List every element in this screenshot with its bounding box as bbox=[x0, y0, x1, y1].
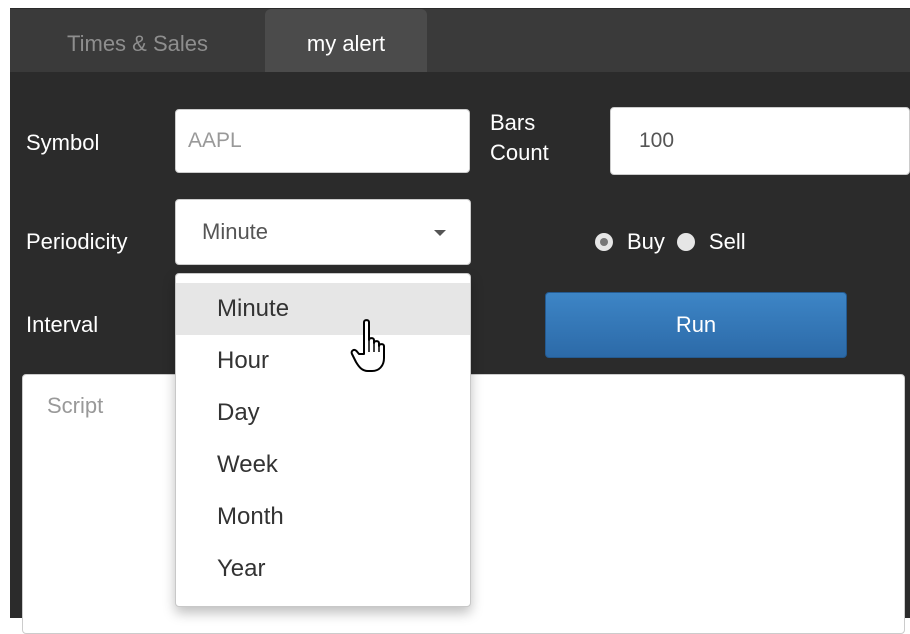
bars-count-label-line1: Bars bbox=[490, 110, 536, 135]
tab-bar: Times & Sales my alert bbox=[10, 8, 910, 73]
dropdown-option-day[interactable]: Day bbox=[176, 387, 470, 439]
dropdown-option-month[interactable]: Month bbox=[176, 491, 470, 543]
dropdown-option-hour[interactable]: Hour bbox=[176, 335, 470, 387]
periodicity-label: Periodicity bbox=[26, 229, 128, 254]
hand-pointer-icon bbox=[350, 319, 385, 372]
symbol-label: Symbol bbox=[26, 130, 100, 155]
dropdown-option-week[interactable]: Week bbox=[176, 439, 470, 491]
run-button[interactable]: Run bbox=[545, 292, 847, 358]
bars-count-label: Bars Count bbox=[490, 108, 549, 168]
dropdown-option-year[interactable]: Year bbox=[176, 543, 470, 595]
dropdown-option-minute[interactable]: Minute bbox=[176, 283, 470, 335]
interval-label: Interval bbox=[26, 312, 99, 337]
bars-count-input[interactable]: 100 bbox=[610, 107, 910, 175]
tab-my-alert[interactable]: my alert bbox=[265, 9, 427, 73]
periodicity-selected-value: Minute bbox=[202, 219, 269, 244]
caret-down-icon bbox=[434, 230, 446, 236]
bars-count-label-line2: Count bbox=[490, 140, 549, 165]
sell-radio[interactable] bbox=[676, 233, 695, 251]
side-radio-group: Buy Sell bbox=[595, 222, 758, 262]
tab-times-and-sales[interactable]: Times & Sales bbox=[10, 9, 265, 73]
periodicity-dropdown-menu: Minute Hour Day Week Month Year bbox=[175, 273, 471, 607]
periodicity-select[interactable]: Minute bbox=[175, 199, 471, 265]
symbol-input[interactable]: AAPL bbox=[175, 109, 470, 173]
sell-radio-label: Sell bbox=[708, 229, 746, 254]
buy-radio[interactable] bbox=[595, 233, 613, 251]
buy-radio-label: Buy bbox=[627, 229, 665, 254]
app-frame: Times & Sales my alert Symbol AAPL Bars … bbox=[0, 0, 910, 634]
